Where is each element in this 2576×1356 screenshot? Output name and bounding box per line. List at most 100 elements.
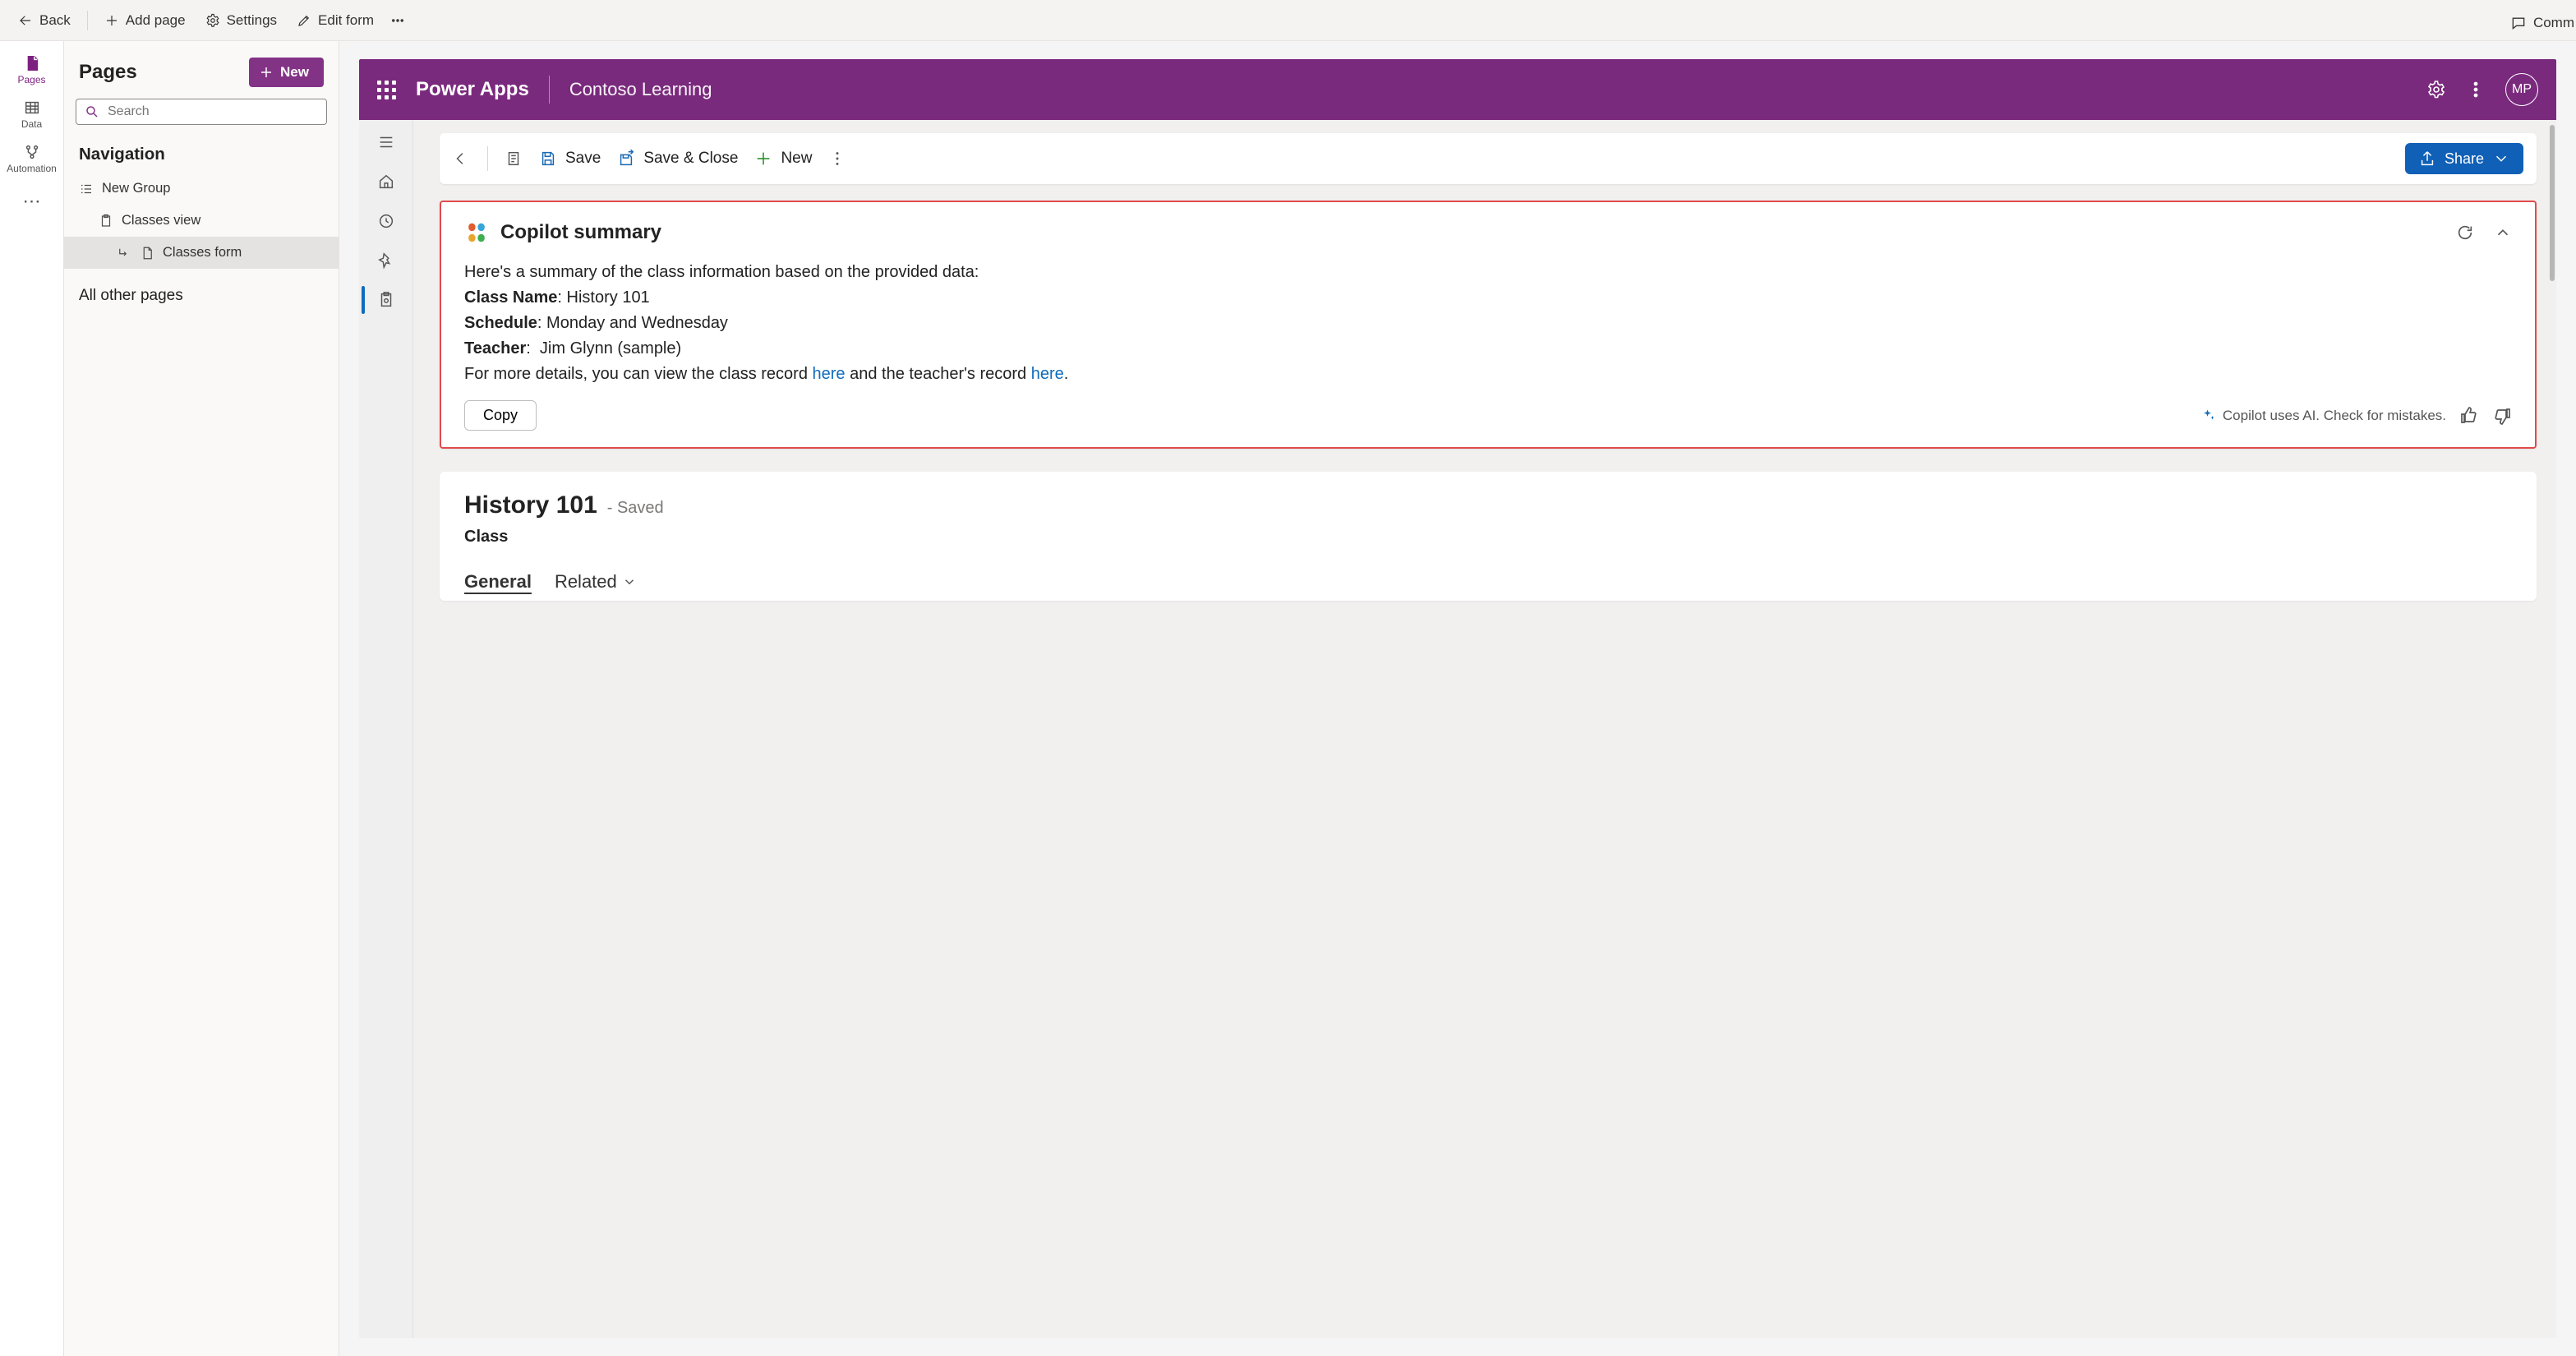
record-card: History 101 - Saved Class General Relate…	[440, 472, 2537, 601]
teacher-label: Teacher	[464, 339, 526, 357]
record-title: History 101	[464, 491, 597, 519]
app-frame: Power Apps Contoso Learning MP	[359, 59, 2556, 1338]
scrollbar-thumb[interactable]	[2550, 125, 2555, 281]
add-page-label: Add page	[126, 12, 186, 29]
pages-panel-header: Pages New	[64, 58, 339, 99]
tab-related[interactable]: Related	[555, 571, 637, 593]
sidenav-pinned[interactable]	[376, 250, 397, 271]
thumbs-down-icon[interactable]	[2492, 406, 2512, 426]
pencil-icon	[297, 13, 311, 28]
rail-data[interactable]: Data	[3, 90, 61, 135]
page-icon	[23, 54, 41, 72]
rail-automation-label: Automation	[7, 163, 57, 174]
nav-classes-form[interactable]: Classes form	[64, 237, 339, 269]
record-saved-state: - Saved	[607, 499, 664, 518]
plus-icon	[259, 65, 274, 80]
teacher-value: Jim Glynn (sample)	[540, 339, 681, 357]
app-env: Contoso Learning	[569, 79, 712, 100]
comments-label: Comm	[2533, 15, 2574, 31]
form-command-bar: Save Save & Close New	[440, 133, 2537, 184]
divider	[487, 146, 488, 171]
rail-automation[interactable]: Automation	[3, 135, 61, 179]
thumbs-up-icon[interactable]	[2459, 406, 2479, 426]
avatar-initials: MP	[2512, 82, 2532, 97]
left-rail: Pages Data Automation ⋯	[0, 41, 64, 1356]
app-header: Power Apps Contoso Learning MP	[359, 59, 2556, 120]
subitem-arrow-icon	[117, 246, 131, 261]
search-input[interactable]	[108, 104, 318, 119]
share-button[interactable]: Share	[2405, 143, 2523, 174]
clipboard-gear-icon	[377, 291, 395, 309]
plus-icon	[104, 13, 119, 28]
save-close-button[interactable]: Save & Close	[617, 150, 738, 168]
avatar[interactable]: MP	[2505, 73, 2538, 106]
sidenav-current[interactable]	[376, 289, 397, 311]
hamburger-icon	[377, 133, 395, 151]
sidenav-home[interactable]	[376, 171, 397, 192]
flow-icon	[23, 143, 41, 161]
edit-form-button[interactable]: Edit form	[288, 7, 382, 34]
overflow-button[interactable]	[385, 8, 410, 33]
form-overflow-button[interactable]	[828, 150, 846, 168]
rail-more[interactable]: ⋯	[23, 191, 41, 212]
canvas-area: Power Apps Contoso Learning MP	[339, 41, 2576, 1356]
back-button[interactable]: Back	[10, 7, 79, 34]
teacher-record-link[interactable]: here	[1031, 365, 1064, 383]
rail-data-label: Data	[21, 118, 42, 130]
save-button[interactable]: Save	[539, 150, 601, 168]
app-main: Save Save & Close New	[413, 120, 2556, 1338]
more-vertical-icon[interactable]	[2466, 80, 2486, 99]
copy-button[interactable]: Copy	[464, 400, 537, 431]
sidenav-recent[interactable]	[376, 210, 397, 232]
chevron-up-icon[interactable]	[2494, 224, 2512, 242]
tab-general[interactable]: General	[464, 571, 532, 593]
copilot-head: Copilot summary	[464, 220, 2512, 245]
sidenav-hamburger[interactable]	[376, 131, 397, 153]
edit-form-label: Edit form	[318, 12, 374, 29]
rail-pages[interactable]: Pages	[3, 46, 61, 90]
form-open-record-button[interactable]	[505, 150, 523, 168]
nav-classes-view[interactable]: Classes view	[64, 205, 339, 237]
nav-new-group-label: New Group	[102, 181, 170, 196]
app-body: Save Save & Close New	[359, 120, 2556, 1338]
pages-panel: Pages New Navigation New Group Classes v…	[64, 41, 339, 1356]
chevron-down-icon	[2492, 150, 2510, 168]
table-icon	[23, 99, 41, 117]
search-wrap	[64, 99, 339, 136]
share-icon	[2418, 150, 2436, 168]
class-record-link[interactable]: here	[813, 365, 846, 383]
pin-icon	[377, 251, 395, 270]
copilot-line-classname: Class Name: History 101	[464, 285, 2512, 311]
record-title-row: History 101 - Saved	[464, 491, 2512, 519]
plus-icon	[754, 150, 772, 168]
navigation-heading: Navigation	[64, 136, 339, 173]
comments-button[interactable]: Comm	[2502, 10, 2576, 36]
chevron-down-icon	[622, 574, 637, 589]
more-horizontal-icon	[390, 13, 405, 28]
gear-icon[interactable]	[2426, 80, 2446, 99]
clipboard-icon	[99, 214, 113, 228]
refresh-icon[interactable]	[2456, 224, 2474, 242]
save-close-icon	[617, 150, 635, 168]
pages-title: Pages	[79, 61, 137, 84]
class-name-label: Class Name	[464, 288, 557, 307]
nav-new-group[interactable]: New Group	[64, 173, 339, 205]
settings-button[interactable]: Settings	[197, 7, 285, 34]
waffle-icon[interactable]	[377, 81, 396, 99]
copilot-body: Here's a summary of the class informatio…	[464, 260, 2512, 387]
new-record-label: New	[781, 150, 812, 168]
arrow-left-icon	[18, 13, 33, 28]
record-entity-label: Class	[464, 528, 2512, 547]
new-page-button[interactable]: New	[249, 58, 324, 87]
app-brand: Power Apps	[416, 78, 529, 101]
search-box[interactable]	[76, 99, 327, 125]
new-record-button[interactable]: New	[754, 150, 812, 168]
settings-label: Settings	[227, 12, 277, 29]
designer-command-bar: Back Add page Settings Edit form Comm	[0, 0, 2576, 41]
form-back-button[interactable]	[453, 150, 471, 168]
home-icon	[377, 173, 395, 191]
save-close-label: Save & Close	[643, 150, 738, 168]
schedule-label: Schedule	[464, 314, 537, 332]
ai-disclaimer: Copilot uses AI. Check for mistakes.	[2201, 408, 2446, 424]
add-page-button[interactable]: Add page	[96, 7, 194, 34]
